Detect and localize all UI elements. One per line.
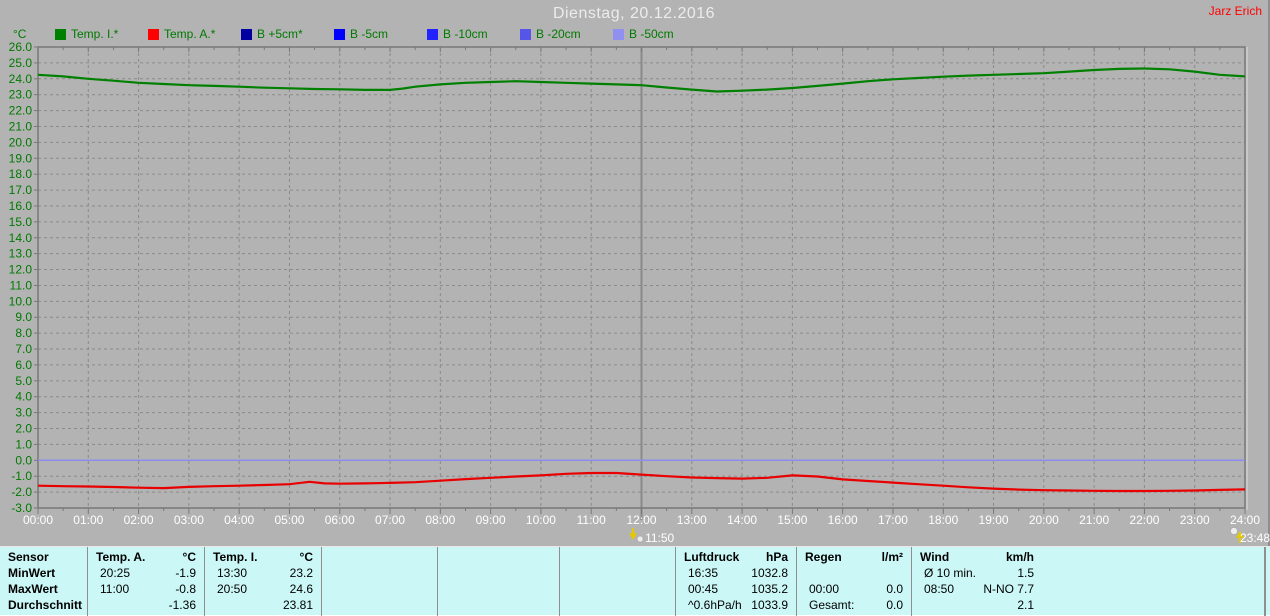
y-tick-label: 18.0 [9, 167, 33, 181]
marker-moon-icon [1230, 527, 1238, 535]
stats-row-label: MinWert [8, 566, 56, 580]
weather-day-chart-window: Dienstag, 20.12.2016 Jarz Erich °C Temp.… [0, 0, 1270, 616]
y-tick-label: 23.0 [9, 88, 33, 102]
x-tick-label: 10:00 [526, 513, 556, 527]
chart-plot: -3.0-2.0-1.00.01.02.03.04.05.06.07.08.09… [9, 40, 1270, 545]
x-tick-label: 02:00 [124, 513, 154, 527]
y-tick-label: 21.0 [9, 119, 33, 133]
y-tick-label: 25.0 [9, 56, 33, 70]
stats-col-temp-i-: Temp. I. °C 13:30 23.2 20:50 24.6 23.81 [205, 547, 322, 616]
y-tick-label: 8.0 [15, 326, 32, 340]
stats-col-header: Wind km/h [920, 550, 1034, 564]
stats-col-temp-a-: Temp. A. °C 20:25 -1.9 11:00 -0.8 -1.36 [88, 547, 205, 616]
wind-content: Wind km/h Ø 10 min. 1.5 08:50 N-NO 7.7 2.1 [912, 547, 1042, 616]
x-tick-label: 14:00 [727, 513, 757, 527]
y-tick-label: -1.0 [11, 469, 32, 483]
x-tick-label: 09:00 [476, 513, 506, 527]
marker-time: 11:50 [645, 531, 674, 545]
y-tick-label: 2.0 [15, 422, 32, 436]
y-tick-label: 24.0 [9, 72, 33, 86]
y-tick-label: 15.0 [9, 215, 33, 229]
stats-col-luftdruck: Luftdruck hPa 16:35 1032.8 00:45 1035.2 ^0.6hP… [676, 547, 797, 616]
stats-col-header: Luftdruck hPa [684, 550, 788, 564]
x-tick-label: 15:00 [777, 513, 807, 527]
stats-col-empty-3 [438, 547, 560, 616]
stats-value-row: 20:50 24.6 [217, 582, 313, 596]
x-tick-label: 13:00 [677, 513, 707, 527]
x-tick-label: 03:00 [174, 513, 204, 527]
x-tick-label: 04:00 [224, 513, 254, 527]
y-tick-label: 9.0 [15, 310, 32, 324]
y-tick-label: 17.0 [9, 183, 33, 197]
y-tick-label: 13.0 [9, 247, 33, 261]
y-tick-label: 26.0 [9, 40, 33, 54]
x-tick-label: 06:00 [325, 513, 355, 527]
stats-value-row: Ø 10 min. 1.5 [924, 566, 1034, 580]
x-tick-label: 07:00 [375, 513, 405, 527]
stats-value-row: 11:00 -0.8 [100, 582, 196, 596]
stats-col-header: Regen l/m² [805, 550, 903, 564]
stats-row-label: Durchschnitt [8, 598, 83, 612]
x-tick-label: 21:00 [1079, 513, 1109, 527]
x-tick-label: 12:00 [626, 513, 656, 527]
y-tick-label: 0.0 [15, 453, 32, 467]
x-tick-label: 05:00 [274, 513, 304, 527]
stats-value-row: 16:35 1032.8 [688, 566, 788, 580]
marker-moon-icon [636, 535, 644, 543]
y-tick-label: 14.0 [9, 231, 33, 245]
y-tick-label: 22.0 [9, 104, 33, 118]
y-tick-label: 12.0 [9, 263, 33, 277]
stats-value-row: 13:30 23.2 [217, 566, 313, 580]
stats-table: Sensor MinWert MaxWert Durchschnitt Temp. A.… [0, 546, 1270, 616]
y-tick-label: -2.0 [11, 485, 32, 499]
stats-value-row: -1.36 [168, 598, 196, 612]
x-tick-label: 19:00 [979, 513, 1009, 527]
y-tick-label: 6.0 [15, 358, 32, 372]
stats-row-labels: Sensor MinWert MaxWert Durchschnitt [0, 547, 88, 616]
stats-row-label: Sensor [8, 550, 49, 564]
x-tick-label: 20:00 [1029, 513, 1059, 527]
stats-col-header: Temp. I. °C [213, 550, 313, 564]
x-tick-label: 08:00 [425, 513, 455, 527]
x-tick-label: 22:00 [1129, 513, 1159, 527]
y-tick-label: 4.0 [15, 390, 32, 404]
x-tick-label: 00:00 [23, 513, 53, 527]
x-tick-label: 01:00 [73, 513, 103, 527]
stats-value-row: 00:45 1035.2 [688, 582, 788, 596]
y-tick-label: 1.0 [15, 437, 32, 451]
y-tick-label: 19.0 [9, 151, 33, 165]
stats-value-row: 20:25 -1.9 [100, 566, 196, 580]
stats-col-empty-4 [560, 547, 676, 616]
y-tick-label: 10.0 [9, 294, 33, 308]
stats-col-empty-2 [322, 547, 438, 616]
y-tick-label: 20.0 [9, 135, 33, 149]
marker-time: 23:48 [1240, 531, 1270, 545]
stats-value-row: 00:00 0.0 [809, 582, 903, 596]
stats-value-row: 2.1 [1017, 598, 1034, 612]
stats-row-label: MaxWert [8, 582, 58, 596]
y-tick-label: 7.0 [15, 342, 32, 356]
x-tick-label: 11:00 [577, 513, 606, 527]
x-tick-label: 17:00 [878, 513, 908, 527]
stats-value-row: 23.81 [282, 598, 313, 612]
x-tick-label: 18:00 [928, 513, 958, 527]
stats-value-row: Gesamt: 0.0 [809, 598, 903, 612]
stats-col-wind: Wind km/h Ø 10 min. 1.5 08:50 N-NO 7.7 2.1 [912, 547, 1266, 616]
stats-value-row: ^0.6hPa/h 1033.9 [688, 598, 788, 612]
stats-value-row: 08:50 N-NO 7.7 [924, 582, 1034, 596]
marker-down-arrow-icon [629, 528, 637, 540]
y-tick-label: 5.0 [15, 374, 32, 388]
stats-col-regen: Regen l/m² 00:00 0.0 Gesamt: 0.0 [797, 547, 912, 616]
y-tick-label: 11.0 [10, 278, 33, 292]
y-tick-label: 16.0 [9, 199, 33, 213]
x-tick-label: 16:00 [828, 513, 858, 527]
x-tick-label: 23:00 [1180, 513, 1210, 527]
stats-col-header: Temp. A. °C [96, 550, 196, 564]
x-tick-label: 24:00 [1230, 513, 1260, 527]
y-tick-label: 3.0 [15, 406, 32, 420]
